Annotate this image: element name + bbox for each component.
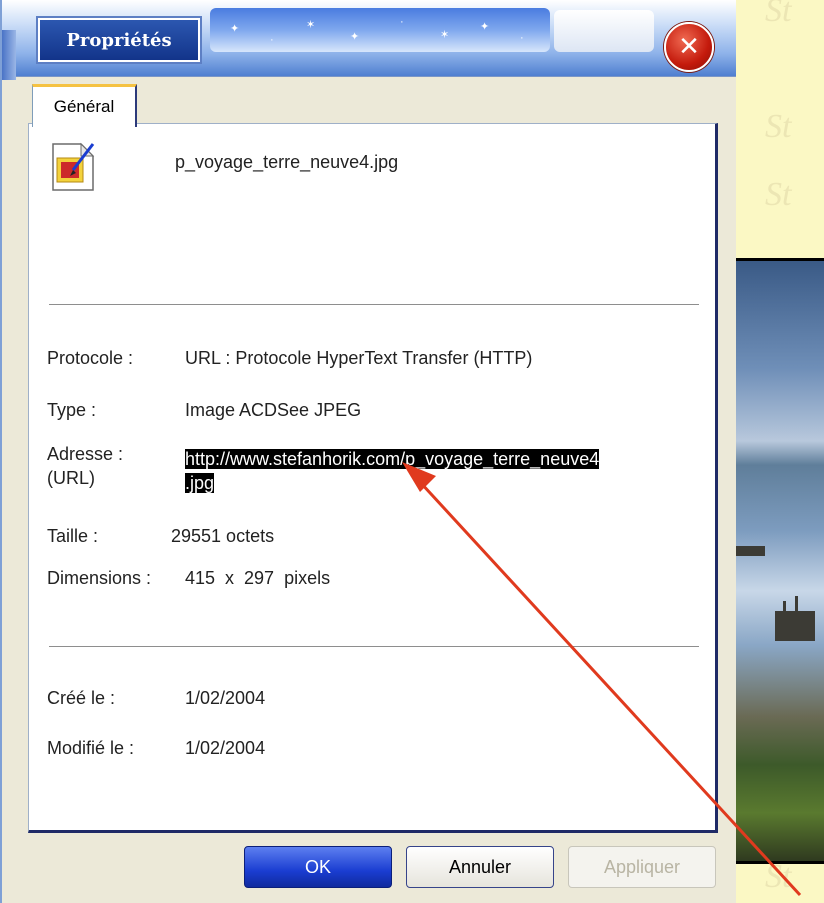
created-value: 1/02/2004 bbox=[185, 688, 266, 708]
address-label-url: (URL) bbox=[47, 468, 95, 488]
created-label: Créé le : bbox=[47, 688, 116, 708]
title-decoration bbox=[554, 10, 654, 52]
window-title: Propriétés bbox=[66, 29, 172, 51]
separator bbox=[49, 304, 699, 305]
background-photo bbox=[735, 258, 824, 864]
size-label: Taille : bbox=[47, 526, 99, 546]
image-file-icon bbox=[52, 142, 95, 191]
title-badge: Propriétés bbox=[38, 18, 200, 62]
close-icon: ✕ bbox=[678, 32, 700, 62]
title-bar-edge bbox=[2, 30, 16, 80]
watermark-text: St bbox=[765, 0, 792, 29]
pier-post bbox=[783, 601, 786, 641]
protocol-value: URL : Protocole HyperText Transfer (HTTP… bbox=[185, 348, 533, 368]
modified-label: Modifié le : bbox=[47, 738, 135, 758]
pier-post bbox=[795, 596, 798, 641]
cancel-button[interactable]: Annuler bbox=[406, 846, 554, 888]
type-label: Type : bbox=[47, 400, 97, 420]
ok-button[interactable]: OK bbox=[244, 846, 392, 888]
close-button[interactable]: ✕ bbox=[664, 22, 714, 72]
file-name: p_voyage_terre_neuve4.jpg bbox=[175, 152, 399, 172]
properties-dialog: Propriétés ✦ · ✶ ✦ · ✶ ✦ · ✕ Général p_v… bbox=[0, 0, 736, 903]
address-value-line2: .jpg bbox=[185, 473, 215, 493]
separator bbox=[49, 646, 699, 647]
size-value: 29551 octets bbox=[171, 526, 275, 546]
tab-label: Général bbox=[53, 97, 115, 116]
address-label: Adresse : bbox=[47, 444, 124, 464]
address-value-line1: http://www.stefanhorik.com/p_voyage_terr… bbox=[185, 449, 600, 469]
address-value[interactable]: http://www.stefanhorik.com/p_voyage_terr… bbox=[185, 447, 705, 495]
protocol-label: Protocole : bbox=[47, 348, 134, 368]
general-panel: p_voyage_terre_neuve4.jpg Protocole : UR… bbox=[28, 123, 718, 833]
dimensions-label: Dimensions : bbox=[47, 568, 152, 588]
watermark-text: St bbox=[765, 108, 792, 145]
dimensions-value: 415 x 297 pixels bbox=[185, 568, 331, 588]
apply-button[interactable]: Appliquer bbox=[568, 846, 716, 888]
title-bar[interactable]: Propriétés ✦ · ✶ ✦ · ✶ ✦ · ✕ bbox=[2, 0, 736, 80]
tab-general[interactable]: Général bbox=[32, 84, 137, 127]
type-value: Image ACDSee JPEG bbox=[185, 400, 362, 420]
watermark-text: St bbox=[765, 176, 792, 213]
title-decoration: ✦ · ✶ ✦ · ✶ ✦ · bbox=[210, 8, 550, 52]
modified-value: 1/02/2004 bbox=[185, 738, 266, 758]
rock bbox=[735, 546, 765, 556]
